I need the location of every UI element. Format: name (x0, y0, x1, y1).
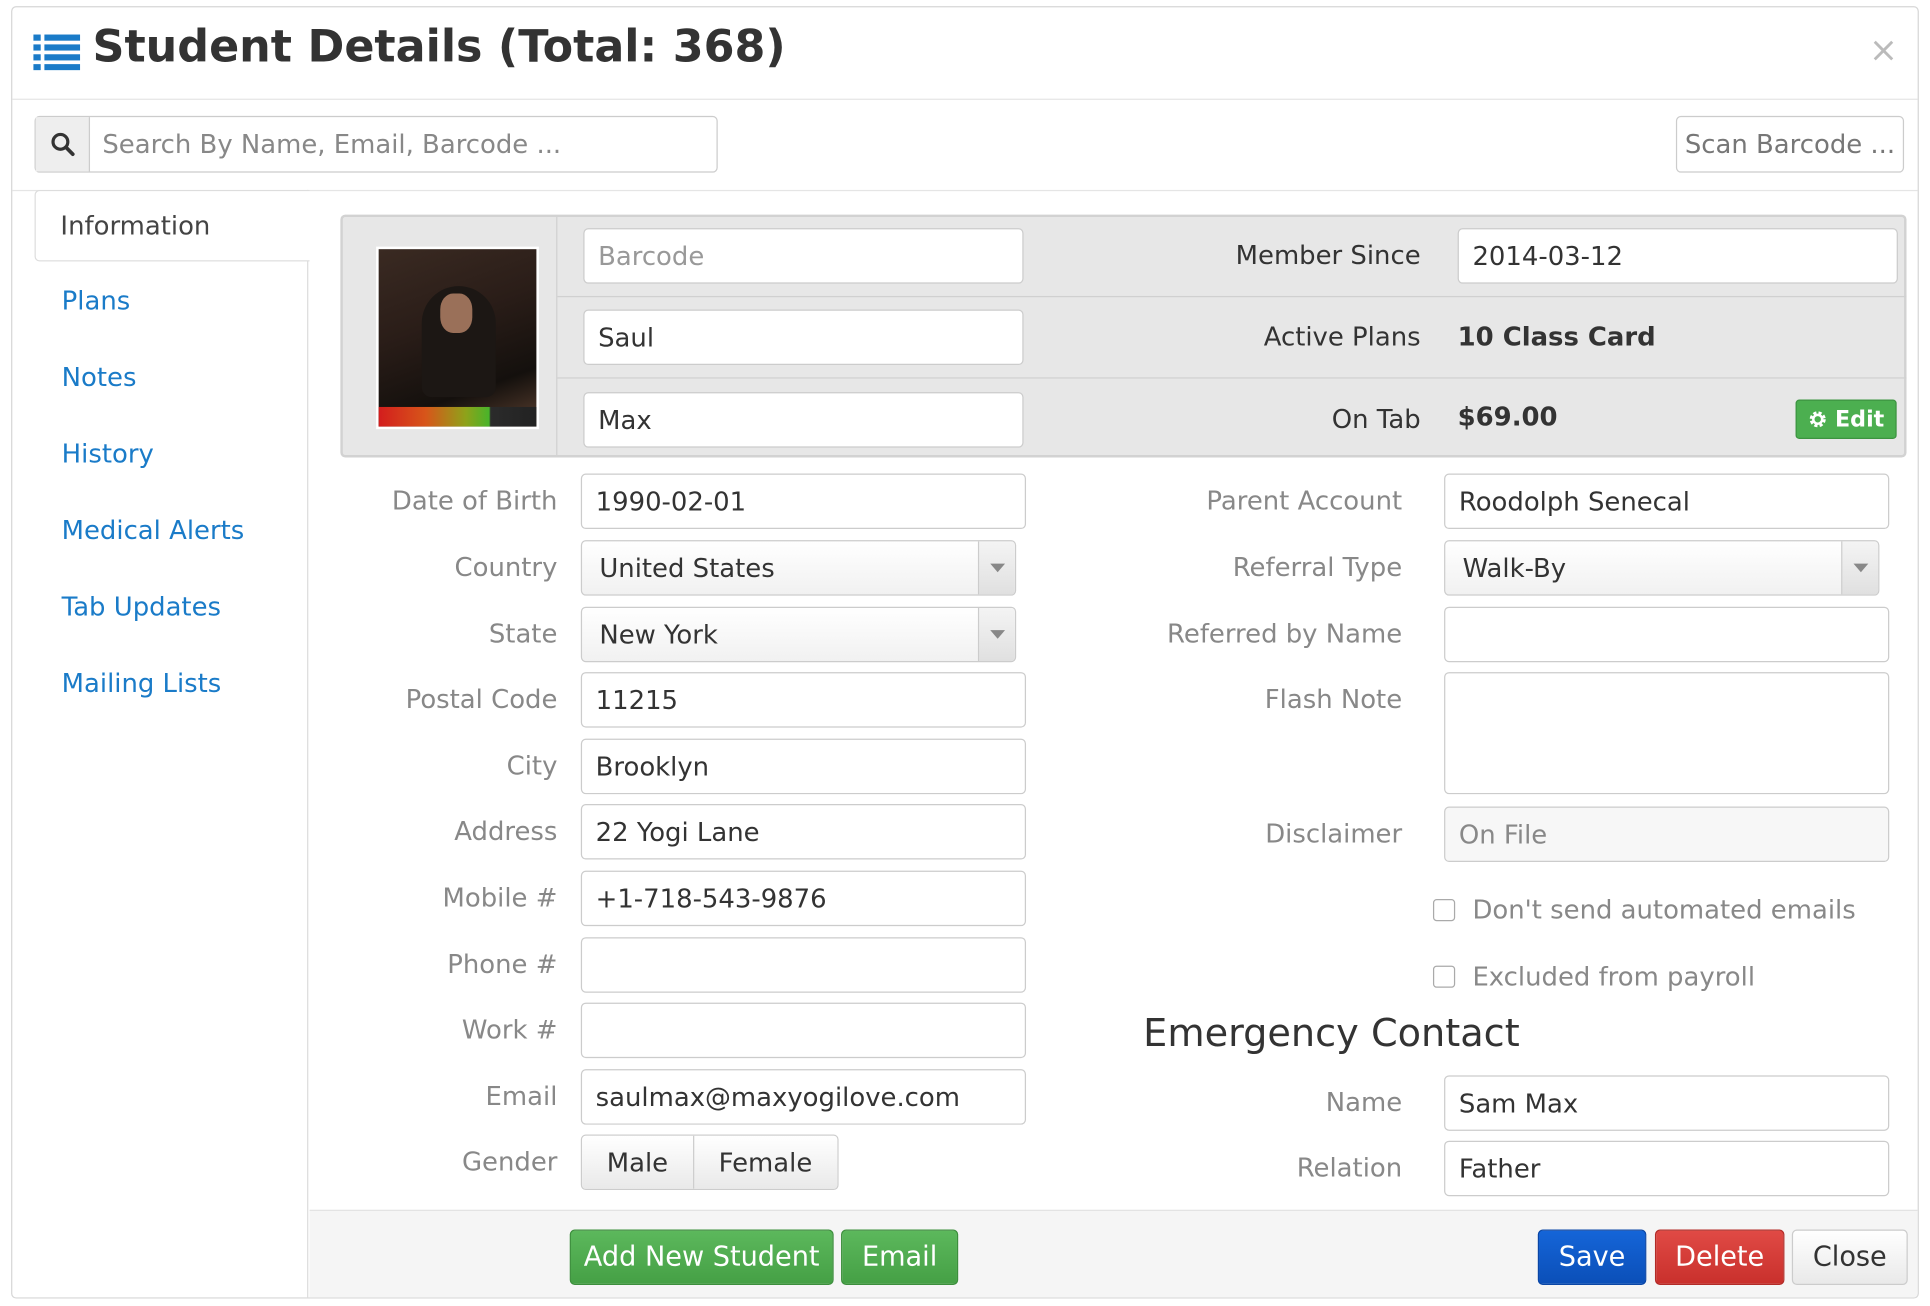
member-since-label: Member Since (1235, 240, 1421, 271)
dob-label: Date of Birth (391, 485, 558, 516)
chevron-down-icon (977, 541, 1015, 595)
email-label: Email (485, 1081, 558, 1112)
student-photo[interactable] (376, 246, 539, 430)
emergency-contact-heading: Emergency Contact (1143, 1011, 1520, 1056)
search-input[interactable] (90, 117, 717, 172)
emergency-relation-label: Relation (1296, 1153, 1403, 1183)
gender-toggle: Male Female (580, 1134, 839, 1191)
no-emails-row: Don't send automated emails (1432, 895, 1856, 925)
sidebar-item-history[interactable]: History (62, 439, 154, 469)
referral-type-value: Walk-By (1462, 553, 1567, 583)
row-divider (557, 377, 1907, 379)
referral-type-select[interactable]: Walk-By (1444, 540, 1880, 596)
flash-note-label: Flash Note (1264, 684, 1403, 715)
edit-tab-button[interactable]: Edit (1795, 399, 1897, 440)
close-icon[interactable]: × (1869, 30, 1898, 71)
chevron-down-icon (1841, 541, 1879, 595)
country-select[interactable]: United States (580, 540, 1017, 596)
close-button[interactable]: Close (1791, 1229, 1908, 1285)
page-title: Student Details (Total: 368) (92, 22, 786, 73)
first-name-input[interactable]: Saul (583, 309, 1024, 366)
save-button[interactable]: Save (1537, 1229, 1647, 1285)
city-label: City (506, 751, 558, 781)
phone-label: Phone # (447, 949, 558, 980)
barcode-input[interactable]: Barcode (583, 228, 1024, 284)
email-input[interactable]: saulmax@maxyogilove.com (580, 1069, 1027, 1125)
address-input[interactable]: 22 Yogi Lane (580, 804, 1027, 860)
student-details-modal: Student Details (Total: 368) × Scan Barc… (11, 6, 1919, 1299)
sidebar-item-notes[interactable]: Notes (62, 363, 137, 393)
parent-account-label: Parent Account (1206, 485, 1403, 516)
row-divider (557, 295, 1907, 298)
scan-barcode-button[interactable]: Scan Barcode ... (1675, 115, 1905, 173)
sidebar-item-tab-updates[interactable]: Tab Updates (62, 592, 221, 622)
city-input[interactable]: Brooklyn (580, 738, 1027, 795)
state-label: State (488, 619, 558, 649)
referred-by-input[interactable] (1444, 606, 1890, 663)
profile-panel: Barcode Saul Max Member Since 2014-03-12… (340, 214, 1907, 458)
excluded-payroll-label: Excluded from payroll (1472, 961, 1756, 992)
phone-input[interactable] (580, 937, 1027, 993)
search-group (34, 115, 718, 173)
active-plans-value: 10 Class Card (1457, 321, 1656, 352)
photo-face (440, 293, 473, 333)
chevron-down-icon (977, 607, 1015, 661)
postal-code-label: Postal Code (405, 684, 558, 715)
country-label: Country (454, 552, 558, 583)
last-name-input[interactable]: Max (583, 392, 1024, 448)
on-tab-value: $69.00 (1457, 402, 1558, 432)
referral-type-label: Referral Type (1232, 552, 1403, 583)
referred-by-label: Referred by Name (1167, 619, 1403, 649)
emergency-relation-input[interactable]: Father (1444, 1140, 1890, 1197)
list-icon (33, 34, 81, 71)
disclaimer-label: Disclaimer (1265, 818, 1403, 849)
dob-input[interactable]: 1990-02-01 (580, 473, 1027, 530)
sidebar-item-medical-alerts[interactable]: Medical Alerts (62, 515, 245, 545)
state-select[interactable]: New York (580, 606, 1017, 663)
mobile-label: Mobile # (442, 882, 558, 913)
gear-icon (1809, 411, 1826, 428)
flash-note-textarea[interactable] (1444, 672, 1890, 795)
state-value: New York (599, 619, 718, 650)
no-emails-label: Don't send automated emails (1472, 895, 1856, 925)
excluded-payroll-checkbox[interactable] (1432, 965, 1456, 988)
work-input[interactable] (580, 1002, 1027, 1059)
photo-cell (343, 217, 558, 456)
mobile-input[interactable]: +1-718-543-9876 (580, 870, 1027, 927)
sidebar-item-mailing-lists[interactable]: Mailing Lists (62, 668, 222, 698)
emergency-name-label: Name (1325, 1087, 1403, 1118)
email-button[interactable]: Email (841, 1229, 959, 1285)
postal-code-input[interactable]: 11215 (580, 672, 1027, 728)
emergency-name-input[interactable]: Sam Max (1444, 1075, 1890, 1131)
no-emails-checkbox[interactable] (1432, 899, 1456, 922)
gender-female-button[interactable]: Female (692, 1135, 837, 1189)
work-label: Work # (461, 1014, 558, 1045)
sidebar: Information Plans Notes History Medical … (12, 189, 310, 1298)
add-new-student-button[interactable]: Add New Student (569, 1229, 834, 1285)
excluded-payroll-row: Excluded from payroll (1432, 961, 1756, 992)
country-value: United States (599, 553, 775, 583)
edit-label: Edit (1835, 406, 1885, 433)
address-label: Address (454, 816, 558, 846)
disclaimer-input[interactable]: On File (1444, 806, 1890, 863)
delete-button[interactable]: Delete (1654, 1229, 1785, 1285)
sidebar-item-plans[interactable]: Plans (62, 286, 131, 316)
tab-information[interactable]: Information (34, 189, 310, 262)
on-tab-label: On Tab (1331, 404, 1421, 435)
modal-header: Student Details (Total: 368) × (12, 7, 1918, 100)
gender-label: Gender (461, 1146, 558, 1177)
parent-account-input[interactable]: Roodolph Senecal (1444, 473, 1890, 530)
modal-footer: Add New Student Email Save Delete Close (309, 1209, 1918, 1298)
photo-status-strip (378, 406, 537, 427)
search-icon (35, 117, 91, 172)
member-since-input[interactable]: 2014-03-12 (1457, 228, 1898, 284)
gender-male-button[interactable]: Male (582, 1135, 693, 1189)
active-plans-label: Active Plans (1263, 321, 1421, 352)
